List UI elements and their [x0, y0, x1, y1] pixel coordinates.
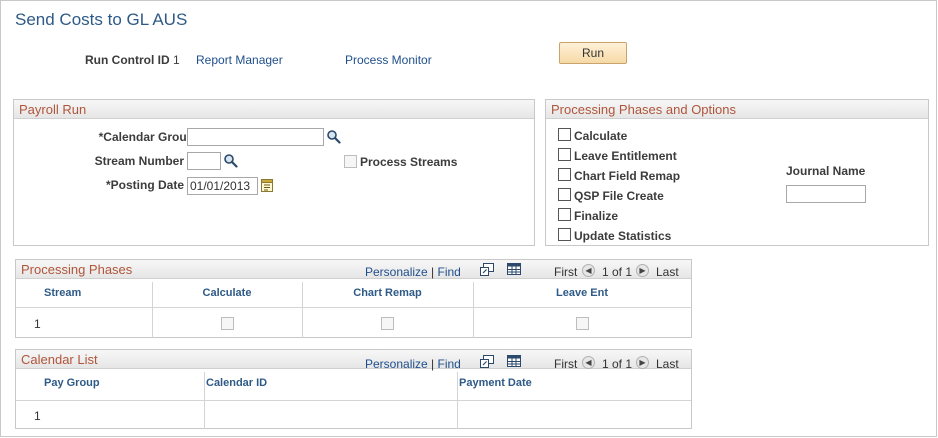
leave-ent-cell-checkbox: [576, 317, 589, 330]
qsp-file-create-checkbox[interactable]: [558, 188, 571, 201]
prev-arrow-icon[interactable]: ◀: [582, 264, 595, 277]
update-statistics-checkbox[interactable]: [558, 228, 571, 241]
journal-name-label: Journal Name: [786, 164, 866, 178]
qsp-file-create-label: QSP File Create: [574, 189, 664, 203]
process-monitor-link[interactable]: Process Monitor: [345, 53, 432, 67]
calculate-cell-checkbox: [221, 317, 234, 330]
phases-options-title: Processing Phases and Options: [551, 102, 736, 117]
leave-entitlement-checkbox[interactable]: [558, 148, 571, 161]
update-statistics-label: Update Statistics: [574, 229, 672, 243]
journal-name-input[interactable]: [786, 185, 866, 203]
calculate-label: Calculate: [574, 129, 628, 143]
phases-options-panel: Processing Phases and Options Calculate …: [545, 99, 929, 246]
calendar-group-label: *Calendar Group: [98, 130, 194, 144]
row-number: 1: [34, 409, 41, 423]
report-manager-link[interactable]: Report Manager: [196, 53, 283, 67]
posting-date-label: *Posting Date: [105, 178, 184, 192]
zoom-grid-icon[interactable]: [480, 263, 494, 279]
spreadsheet-icon[interactable]: [507, 355, 521, 370]
run-control-id-label: Run Control ID: [85, 53, 170, 67]
calendar-icon[interactable]: [261, 178, 273, 195]
row-number: 1: [34, 317, 41, 331]
run-control-id-value: 1: [173, 53, 180, 67]
payroll-run-title: Payroll Run: [19, 102, 87, 117]
column-header-chart-remap: Chart Remap: [353, 287, 422, 299]
chart-remap-cell-checkbox: [381, 317, 394, 330]
calendar-group-input[interactable]: [187, 128, 324, 146]
first-label: First: [554, 357, 578, 371]
posting-date-input[interactable]: [187, 177, 258, 195]
finalize-checkbox[interactable]: [558, 208, 571, 221]
finalize-label: Finalize: [574, 209, 619, 223]
zoom-grid-icon[interactable]: [480, 355, 494, 371]
column-header-calculate: Calculate: [202, 287, 252, 299]
column-header-leave-ent: Leave Ent: [556, 287, 608, 299]
first-label: First: [554, 265, 578, 279]
range-label: 1 of 1: [602, 265, 633, 279]
personalize-link[interactable]: Personalize: [365, 357, 428, 371]
column-header-payment-date: Payment Date: [459, 377, 532, 389]
stream-number-input[interactable]: [187, 152, 221, 170]
search-icon[interactable]: [223, 153, 238, 171]
prev-arrow-icon[interactable]: ◀: [582, 356, 595, 369]
search-icon[interactable]: [326, 129, 341, 147]
column-header-stream: Stream: [44, 287, 82, 299]
column-header-calendar-id: Calendar ID: [206, 377, 268, 389]
stream-number-label: Stream Number: [94, 154, 184, 168]
separator: |: [431, 357, 435, 371]
chart-field-remap-label: Chart Field Remap: [574, 169, 681, 183]
spreadsheet-icon[interactable]: [507, 263, 521, 278]
page: Send Costs to GL AUS Run Control ID 1 Re…: [0, 0, 937, 437]
chart-field-remap-checkbox[interactable]: [558, 168, 571, 181]
last-label: Last: [656, 357, 679, 371]
processing-phases-grid: Processing Phases Personalize | Find Fir…: [15, 259, 692, 338]
calendar-list-grid: Calendar List Personalize | Find First ◀…: [15, 349, 692, 429]
calculate-checkbox[interactable]: [558, 128, 571, 141]
processing-phases-title: Processing Phases: [21, 262, 133, 277]
find-link[interactable]: Find: [438, 357, 461, 371]
column-header-pay-group: Pay Group: [44, 377, 100, 389]
next-arrow-icon[interactable]: ▶: [636, 356, 649, 369]
range-label: 1 of 1: [602, 357, 633, 371]
process-streams-label: Process Streams: [360, 155, 458, 169]
personalize-link[interactable]: Personalize: [365, 265, 428, 279]
run-button[interactable]: Run: [559, 42, 627, 64]
separator: |: [431, 265, 435, 279]
process-streams-checkbox[interactable]: [344, 155, 357, 168]
calendar-list-title: Calendar List: [21, 352, 98, 367]
next-arrow-icon[interactable]: ▶: [636, 264, 649, 277]
payroll-run-panel: Payroll Run *Calendar Group Stream Numbe…: [13, 99, 535, 246]
last-label: Last: [656, 265, 679, 279]
leave-entitlement-label: Leave Entitlement: [574, 149, 677, 163]
page-title: Send Costs to GL AUS: [15, 10, 188, 29]
find-link[interactable]: Find: [438, 265, 461, 279]
